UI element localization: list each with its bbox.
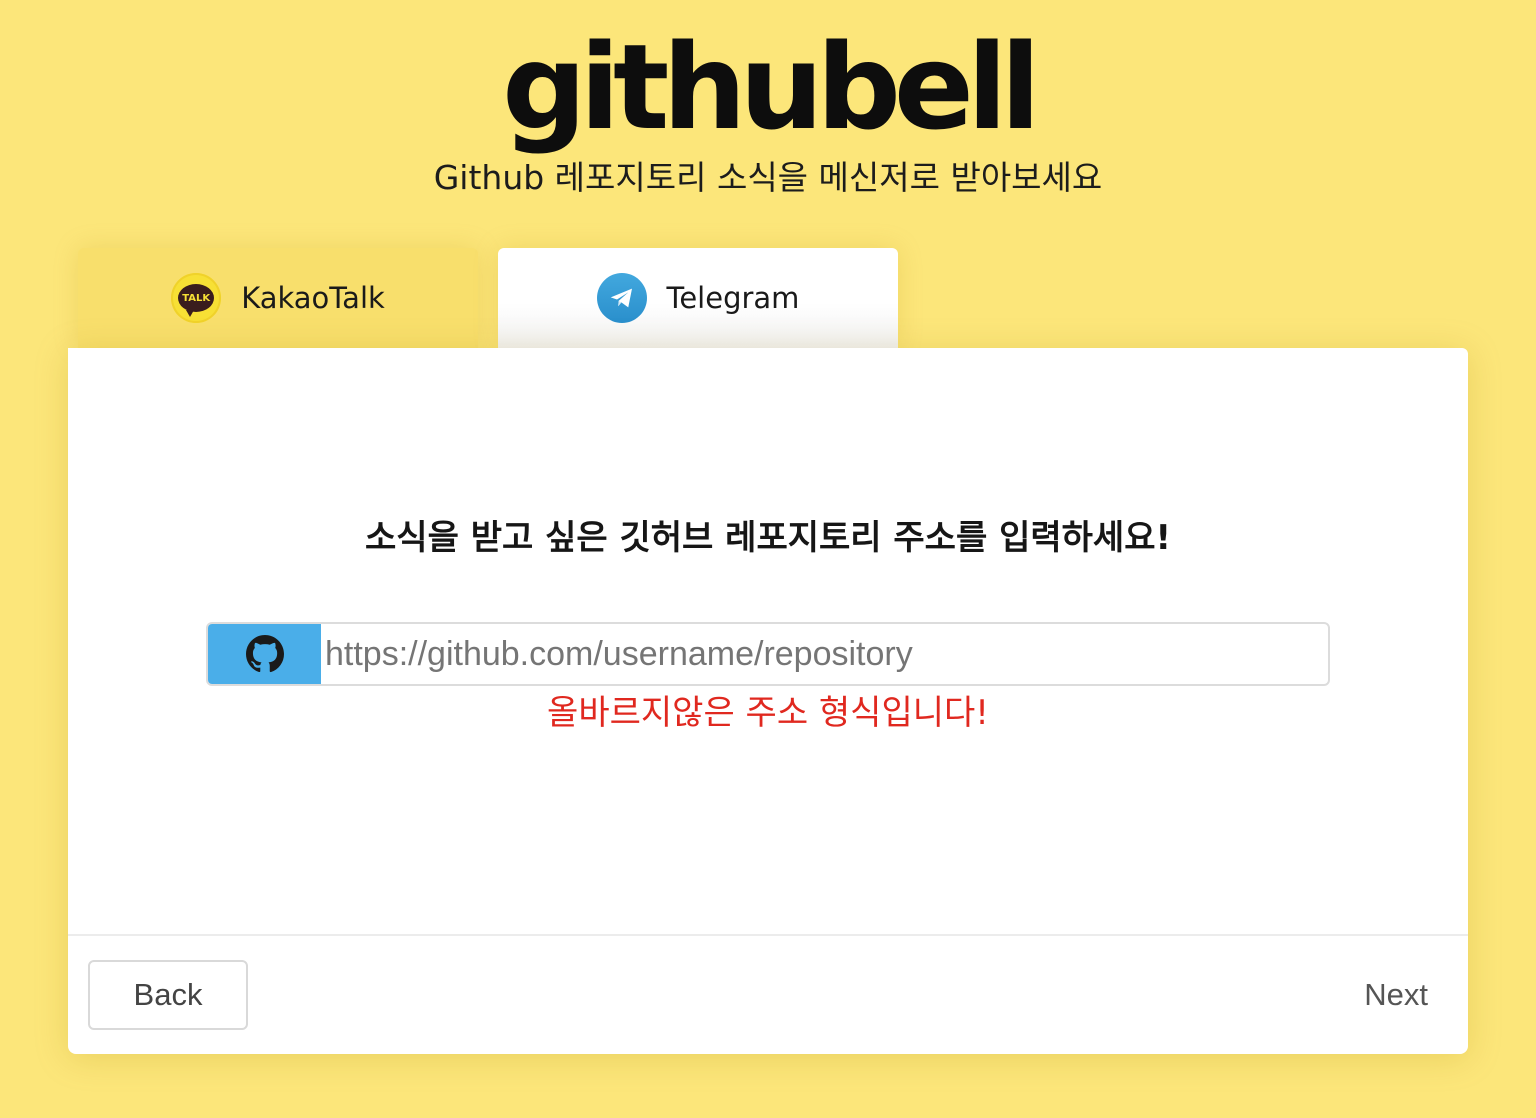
tab-label-telegram: Telegram bbox=[666, 281, 800, 315]
github-icon bbox=[208, 624, 321, 684]
footer-divider bbox=[68, 934, 1468, 936]
next-button[interactable]: Next bbox=[1364, 960, 1428, 1030]
telegram-icon bbox=[596, 273, 647, 323]
tab-kakaotalk[interactable]: TALK KakaoTalk bbox=[78, 248, 478, 348]
tab-label-kakaotalk: KakaoTalk bbox=[241, 281, 385, 315]
page-subtitle: Github 레포지토리 소식을 메신저로 받아보세요 bbox=[433, 158, 1103, 197]
form-prompt: 소식을 받고 싶은 깃허브 레포지토리 주소를 입력하세요! bbox=[365, 518, 1171, 558]
form-card: 소식을 받고 싶은 깃허브 레포지토리 주소를 입력하세요! 올바르지않은 주소… bbox=[68, 348, 1468, 1054]
error-message: 올바르지않은 주소 형식입니다! bbox=[547, 693, 989, 733]
kakaotalk-icon-text: TALK bbox=[178, 284, 215, 317]
tab-telegram[interactable]: Telegram bbox=[498, 248, 898, 348]
back-button[interactable]: Back bbox=[88, 960, 248, 1030]
logo: githubell bbox=[502, 18, 1041, 156]
kakaotalk-icon: TALK bbox=[171, 273, 222, 323]
repo-input-group bbox=[206, 622, 1330, 686]
repo-url-input[interactable] bbox=[321, 624, 1328, 684]
